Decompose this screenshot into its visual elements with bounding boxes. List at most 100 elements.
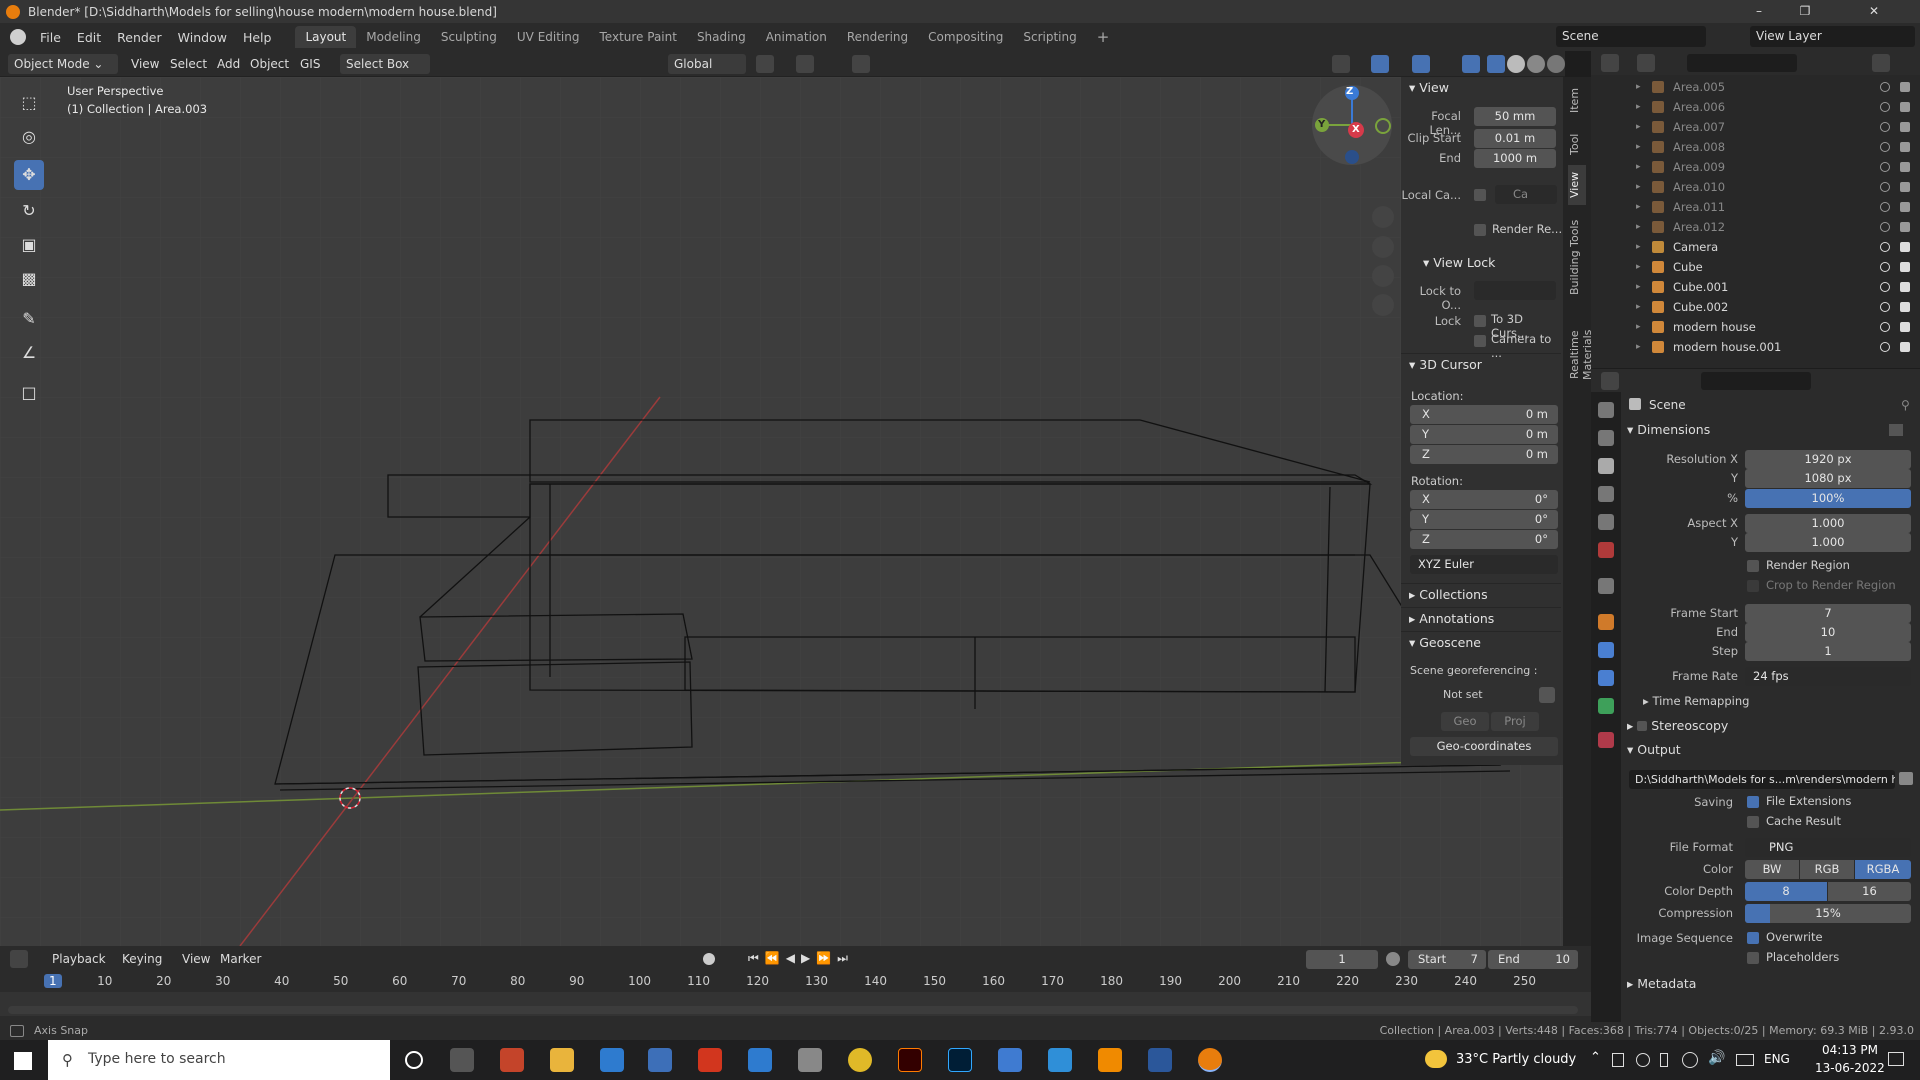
- chrome-icon[interactable]: [848, 1048, 872, 1072]
- outliner-row[interactable]: ▸ Camera: [1591, 237, 1920, 257]
- aspect-y-field[interactable]: 1.000: [1745, 533, 1911, 552]
- render-camera-icon[interactable]: [1900, 242, 1910, 252]
- visibility-eye-icon[interactable]: [1880, 102, 1890, 112]
- clip-end-field[interactable]: 1000 m: [1474, 149, 1556, 168]
- menu-render[interactable]: Render: [109, 30, 170, 45]
- outliner-row[interactable]: ▸ Area.010: [1591, 177, 1920, 197]
- clock-time[interactable]: 04:13 PM: [1822, 1043, 1878, 1057]
- crop-region-checkbox[interactable]: [1747, 580, 1759, 592]
- visibility-eye-icon[interactable]: [1880, 302, 1890, 312]
- render-tab-icon[interactable]: [1598, 430, 1614, 446]
- folder-icon[interactable]: [1899, 772, 1913, 785]
- pivot-icon[interactable]: [756, 55, 774, 73]
- metadata-header[interactable]: ▸ Metadata: [1627, 976, 1696, 991]
- display-mode-icon[interactable]: [1637, 54, 1655, 72]
- tab-modeling[interactable]: Modeling: [356, 26, 431, 48]
- tab-view[interactable]: View: [1568, 165, 1586, 205]
- rendered-shading-icon[interactable]: [1547, 55, 1565, 73]
- scene-selector[interactable]: Scene: [1556, 26, 1706, 47]
- outliner-row[interactable]: ▸ Area.007: [1591, 117, 1920, 137]
- scene-tab-icon[interactable]: [1598, 514, 1614, 530]
- local-camera-field[interactable]: Ca: [1495, 185, 1557, 204]
- aspect-x-field[interactable]: 1.000: [1745, 514, 1911, 533]
- collection-tab-icon[interactable]: [1598, 578, 1614, 594]
- outliner-row[interactable]: ▸ Area.012: [1591, 217, 1920, 237]
- cursor-rotation-y[interactable]: Y 0°: [1410, 510, 1558, 529]
- notification-icon[interactable]: [1888, 1052, 1904, 1066]
- menu-view[interactable]: View: [131, 54, 159, 74]
- scale-tool-icon[interactable]: ▣: [14, 230, 44, 260]
- material-shading-icon[interactable]: [1527, 55, 1545, 73]
- clip-start-field[interactable]: 0.01 m: [1474, 129, 1556, 148]
- expand-chevron-icon[interactable]: ▸: [1636, 297, 1641, 317]
- rotation-mode-dropdown[interactable]: XYZ Euler: [1410, 555, 1558, 574]
- local-camera-checkbox[interactable]: [1474, 189, 1486, 201]
- cursor-rotation-x[interactable]: X 0°: [1410, 490, 1558, 509]
- render-camera-icon[interactable]: [1900, 262, 1910, 272]
- expand-chevron-icon[interactable]: ▸: [1636, 117, 1641, 137]
- render-camera-icon[interactable]: [1900, 182, 1910, 192]
- render-camera-icon[interactable]: [1900, 162, 1910, 172]
- cursor-location-y[interactable]: Y0 m: [1410, 425, 1558, 444]
- cursor-tool-icon[interactable]: ◎: [14, 122, 44, 152]
- app2-icon[interactable]: [798, 1048, 822, 1072]
- tool-tab-icon[interactable]: [1598, 402, 1614, 418]
- vlc-icon[interactable]: [1098, 1048, 1122, 1072]
- taskbar-search[interactable]: ⚲ Type here to search: [48, 1040, 390, 1080]
- wireframe-shading-icon[interactable]: [1487, 55, 1505, 73]
- select-tool-icon[interactable]: ⬚: [14, 88, 44, 118]
- tab-animation[interactable]: Animation: [756, 26, 837, 48]
- panel-3d-cursor-header[interactable]: ▾ 3D Cursor: [1401, 353, 1561, 375]
- render-camera-icon[interactable]: [1900, 222, 1910, 232]
- store-icon[interactable]: [648, 1048, 672, 1072]
- tab-texture-paint[interactable]: Texture Paint: [590, 26, 687, 48]
- view-layer-tab-icon[interactable]: [1598, 486, 1614, 502]
- expand-chevron-icon[interactable]: ▸: [1636, 337, 1641, 357]
- clock-date[interactable]: 13-06-2022: [1815, 1061, 1885, 1075]
- outliner-row[interactable]: ▸ Area.005: [1591, 77, 1920, 97]
- file-explorer-icon[interactable]: [550, 1048, 574, 1072]
- render-camera-icon[interactable]: [1900, 302, 1910, 312]
- expand-chevron-icon[interactable]: ▸: [1636, 177, 1641, 197]
- visibility-eye-icon[interactable]: [1880, 322, 1890, 332]
- panel-view-lock-header[interactable]: ▾ View Lock: [1401, 252, 1561, 274]
- panel-view-header[interactable]: ▾ View: [1401, 77, 1561, 99]
- task-view-icon[interactable]: [450, 1048, 474, 1072]
- annotate-tool-icon[interactable]: ✎: [14, 304, 44, 334]
- end-frame-field[interactable]: End 10: [1488, 950, 1578, 969]
- expand-chevron-icon[interactable]: ▸: [1636, 77, 1641, 97]
- timeline-track[interactable]: 1 10 20 30 40 50 60 70 80 90 100 110 120 130 140 150 160…: [0, 972, 1591, 1016]
- solid-shading-icon[interactable]: [1507, 55, 1525, 73]
- render-camera-icon[interactable]: [1900, 342, 1910, 352]
- outliner-row[interactable]: ▸ Cube: [1591, 257, 1920, 277]
- visibility-eye-icon[interactable]: [1880, 122, 1890, 132]
- lock-cursor-checkbox[interactable]: [1474, 315, 1486, 327]
- physics-tab-icon[interactable]: [1598, 642, 1614, 658]
- xray-icon[interactable]: [1462, 55, 1480, 73]
- orientation-dropdown[interactable]: Global: [668, 54, 746, 74]
- tray-icon-2[interactable]: [1636, 1053, 1650, 1067]
- render-camera-icon[interactable]: [1900, 202, 1910, 212]
- dimensions-header[interactable]: ▾ Dimensions: [1627, 422, 1710, 437]
- frame-step-field[interactable]: 1: [1745, 642, 1911, 661]
- overlay-toggle-icon[interactable]: [1412, 55, 1430, 73]
- sketchup-icon[interactable]: [998, 1048, 1022, 1072]
- expand-chevron-icon[interactable]: ▸: [1636, 217, 1641, 237]
- tray-chevron-icon[interactable]: ⌃: [1590, 1050, 1601, 1065]
- tab-rendering[interactable]: Rendering: [837, 26, 918, 48]
- tab-shading[interactable]: Shading: [687, 26, 756, 48]
- cache-result-checkbox[interactable]: [1747, 816, 1759, 828]
- app-icon[interactable]: [748, 1048, 772, 1072]
- menu-help[interactable]: Help: [235, 30, 280, 45]
- add-workspace-icon[interactable]: +: [1087, 24, 1120, 50]
- office-icon[interactable]: [698, 1048, 722, 1072]
- render-camera-icon[interactable]: [1900, 82, 1910, 92]
- transform-tool-icon[interactable]: ▩: [14, 264, 44, 294]
- input-language[interactable]: ENG: [1764, 1052, 1790, 1066]
- tab-realtime-materials[interactable]: Realtime Materials: [1568, 305, 1594, 405]
- panel-geoscene-header[interactable]: ▾ Geoscene: [1401, 631, 1561, 653]
- render-camera-icon[interactable]: [1900, 102, 1910, 112]
- output-path-field[interactable]: D:\Siddharth\Models for s...m\renders\mo…: [1629, 770, 1895, 789]
- menu-add[interactable]: Add: [217, 54, 240, 74]
- render-region-checkbox[interactable]: [1474, 224, 1486, 236]
